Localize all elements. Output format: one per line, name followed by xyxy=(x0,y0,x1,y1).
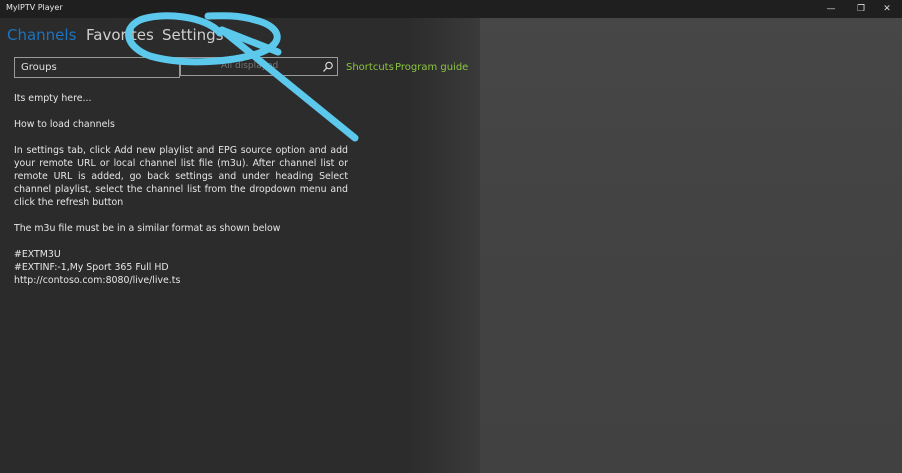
close-button[interactable]: ✕ xyxy=(872,0,902,18)
search-input[interactable] xyxy=(180,57,338,76)
format-note: The m3u file must be in a similar format… xyxy=(14,223,281,234)
title-bar: MyIPTV Player — ❐ ✕ xyxy=(0,0,902,18)
shortcuts-link[interactable]: Shortcuts xyxy=(346,62,394,73)
tab-settings[interactable]: Settings xyxy=(162,26,224,44)
empty-message: Its empty here... xyxy=(14,93,92,104)
program-guide-link[interactable]: Program guide xyxy=(395,62,468,73)
app-title: MyIPTV Player xyxy=(6,3,63,12)
empty-state-help: Its empty here... How to load channels I… xyxy=(14,92,348,287)
tab-channels[interactable]: Channels xyxy=(7,26,76,44)
example-line-1: #EXTM3U xyxy=(14,249,61,260)
background-area xyxy=(470,18,902,473)
how-to-heading: How to load channels xyxy=(14,119,115,130)
instructions-text: In settings tab, click Add new playlist … xyxy=(14,145,348,208)
example-line-2: #EXTINF:-1,My Sport 365 Full HD xyxy=(14,262,169,273)
search-icon[interactable] xyxy=(321,60,335,74)
app-window: MyIPTV Player — ❐ ✕ Channels Favorites S… xyxy=(0,0,902,473)
example-line-3: http://contoso.com:8080/live/live.ts xyxy=(14,275,181,286)
groups-dropdown[interactable]: Groups xyxy=(14,57,180,78)
minimize-button[interactable]: — xyxy=(816,0,846,18)
tab-favorites[interactable]: Favorites xyxy=(86,26,154,44)
